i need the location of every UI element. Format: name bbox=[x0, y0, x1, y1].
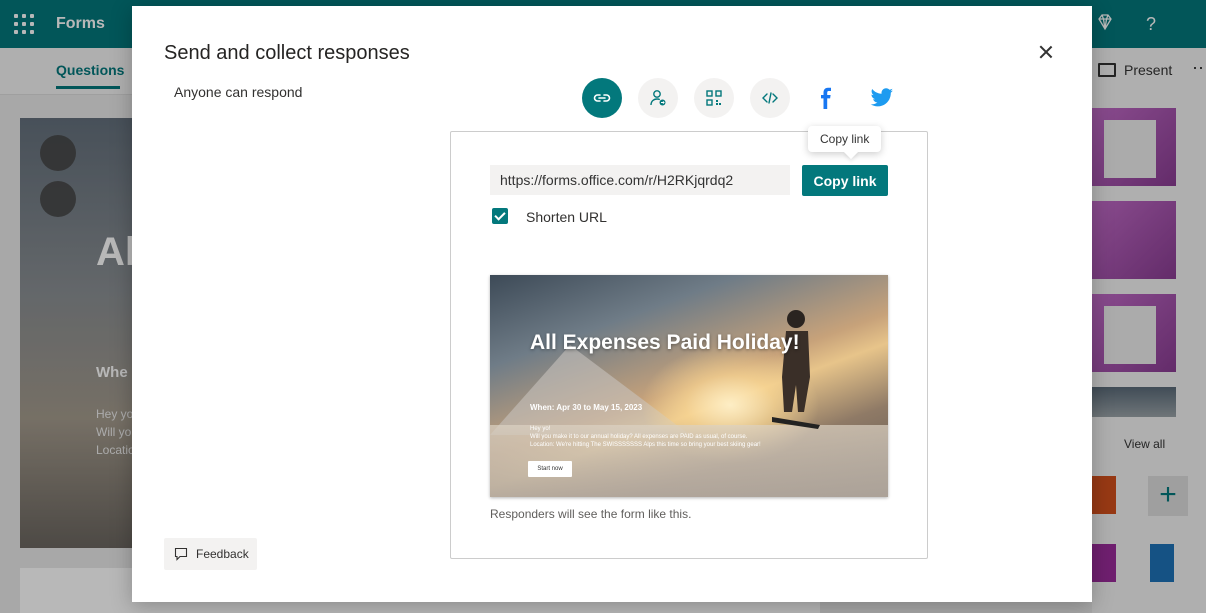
snowboarder-illustration bbox=[772, 310, 820, 429]
embed-code-icon bbox=[762, 92, 778, 104]
feedback-button[interactable]: Feedback bbox=[164, 538, 257, 570]
comment-icon bbox=[174, 547, 188, 561]
dialog-title: Send and collect responses bbox=[164, 42, 410, 64]
link-icon bbox=[593, 94, 611, 102]
person-invite-icon bbox=[650, 90, 666, 106]
close-icon[interactable] bbox=[1036, 42, 1056, 62]
share-twitter-button[interactable] bbox=[862, 78, 902, 118]
share-invite-button[interactable] bbox=[638, 78, 678, 118]
responders-note: Responders will see the form like this. bbox=[490, 507, 692, 521]
preview-title: All Expenses Paid Holiday! bbox=[530, 331, 800, 354]
share-qr-button[interactable] bbox=[694, 78, 734, 118]
shorten-url-label[interactable]: Shorten URL bbox=[526, 209, 607, 225]
preview-line: Hey yo! bbox=[530, 426, 551, 432]
share-link-button[interactable] bbox=[582, 78, 622, 118]
facebook-icon bbox=[821, 87, 831, 109]
qr-code-icon bbox=[706, 90, 722, 106]
twitter-icon bbox=[870, 88, 894, 107]
preview-line: Location: We're hitting The SWISSSSSSS A… bbox=[530, 442, 761, 448]
form-url-field[interactable] bbox=[490, 165, 790, 195]
share-facebook-button[interactable] bbox=[806, 78, 846, 118]
feedback-label: Feedback bbox=[196, 547, 249, 561]
shorten-url-checkbox[interactable] bbox=[492, 208, 508, 224]
preview-start-button: Start now bbox=[528, 461, 572, 477]
share-embed-button[interactable] bbox=[750, 78, 790, 118]
audience-selector[interactable]: Anyone can respond bbox=[174, 84, 302, 100]
preview-when: When: Apr 30 to May 15, 2023 bbox=[530, 403, 643, 412]
copy-link-tooltip: Copy link bbox=[808, 126, 882, 152]
copy-link-button[interactable]: Copy link bbox=[802, 165, 888, 196]
preview-line: Will you make it to our annual holiday? … bbox=[530, 434, 748, 440]
form-preview-image: All Expenses Paid Holiday! When: Apr 30 … bbox=[490, 275, 888, 497]
